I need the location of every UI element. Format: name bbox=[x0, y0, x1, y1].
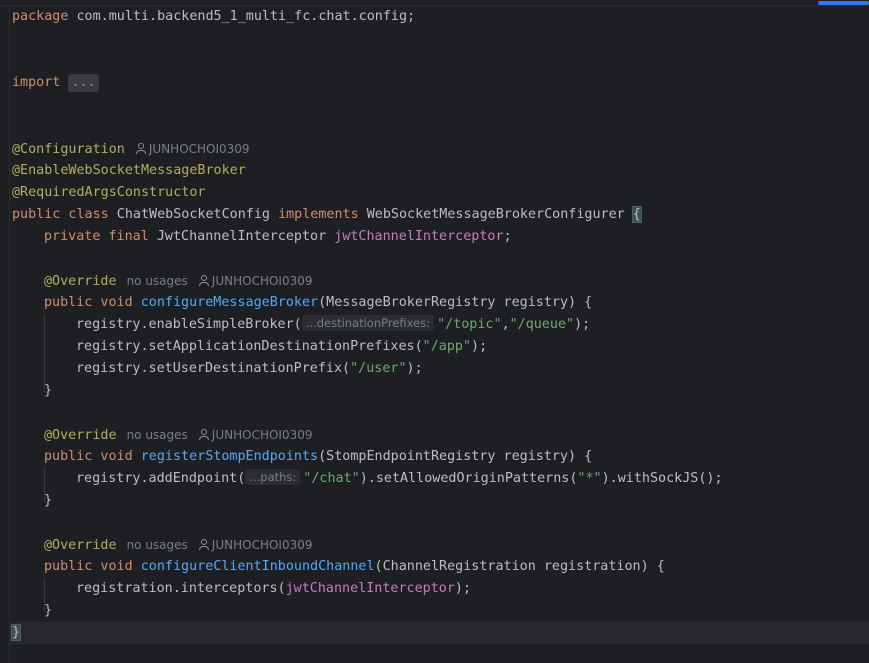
method-modifiers: public void bbox=[44, 449, 133, 464]
call-text: registry.setApplicationDestinationPrefix… bbox=[76, 339, 423, 354]
code-line-configuration[interactable]: @Configuration JUNHOCHOI0309 bbox=[12, 138, 250, 160]
call-text: ).setAllowedOriginPatterns( bbox=[359, 471, 578, 486]
string-literal: "/user" bbox=[350, 361, 407, 376]
person-icon bbox=[198, 429, 209, 440]
comma: , bbox=[501, 317, 510, 332]
code-line-set-app-prefixes[interactable]: registry.setApplicationDestinationPrefix… bbox=[76, 336, 487, 358]
editor-gutter bbox=[0, 6, 10, 663]
string-literal: "/app" bbox=[422, 339, 472, 354]
code-line-class-close[interactable]: } bbox=[10, 622, 22, 644]
method-name: configureClientInboundChannel bbox=[140, 559, 375, 574]
keyword-class: class bbox=[60, 207, 109, 222]
param-hint: ...paths: bbox=[245, 469, 301, 485]
call-text: registration.interceptors( bbox=[76, 581, 286, 596]
code-line-method3-close[interactable]: } bbox=[44, 600, 52, 622]
code-line-enable-ws[interactable]: @EnableWebSocketMessageBroker bbox=[12, 160, 246, 182]
call-text: registry.setUserDestinationPrefix( bbox=[76, 361, 351, 376]
code-line-override-3[interactable]: @Override no usages JUNHOCHOI0309 bbox=[44, 534, 313, 556]
string-literal: "/queue" bbox=[509, 317, 575, 332]
code-line-method3-sig[interactable]: public void configureClientInboundChanne… bbox=[44, 556, 665, 578]
author-inlay[interactable]: JUNHOCHOI0309 bbox=[198, 274, 313, 288]
author-inlay[interactable]: JUNHOCHOI0309 bbox=[198, 538, 313, 552]
code-line-method1-close[interactable]: } bbox=[44, 380, 52, 402]
keyword-package: package bbox=[12, 9, 69, 24]
code-line-required-args[interactable]: @RequiredArgsConstructor bbox=[12, 182, 205, 204]
code-line-class-decl[interactable]: public class ChatWebSocketConfig impleme… bbox=[12, 204, 642, 226]
code-line-package[interactable]: package com.multi.backend5_1_multi_fc.ch… bbox=[12, 6, 415, 28]
code-line-method2-close[interactable]: } bbox=[44, 490, 52, 512]
import-fold-button[interactable]: ... bbox=[68, 74, 99, 92]
code-line-set-user-prefix[interactable]: registry.setUserDestinationPrefix("/user… bbox=[76, 358, 423, 380]
string-literal: "/chat" bbox=[303, 471, 360, 486]
method-modifiers: public void bbox=[44, 559, 133, 574]
class-name: ChatWebSocketConfig bbox=[108, 207, 279, 222]
field-reference: jwtChannelInterceptor bbox=[285, 581, 455, 596]
field-type: JwtChannelInterceptor bbox=[148, 229, 335, 244]
annotation-required-args: @RequiredArgsConstructor bbox=[12, 185, 206, 200]
close-brace: } bbox=[44, 383, 53, 398]
person-icon bbox=[198, 275, 209, 286]
method-params: (MessageBrokerRegistry registry) { bbox=[318, 295, 593, 310]
person-icon bbox=[198, 539, 209, 550]
author-inlay[interactable]: JUNHOCHOI0309 bbox=[135, 142, 250, 156]
author-inlay[interactable]: JUNHOCHOI0309 bbox=[198, 428, 313, 442]
close-brace: } bbox=[44, 493, 53, 508]
call-close: ).withSockJS(); bbox=[601, 471, 723, 486]
package-name: com.multi.backend5_1_multi_fc.chat.confi… bbox=[68, 9, 416, 24]
close-brace: } bbox=[44, 603, 53, 618]
method-name: configureMessageBroker bbox=[140, 295, 319, 310]
code-line-add-endpoint[interactable]: registry.addEndpoint(...paths: "/chat").s… bbox=[76, 468, 723, 490]
call-text: registry.enableSimpleBroker( bbox=[76, 317, 302, 332]
method-name: registerStompEndpoints bbox=[140, 449, 319, 464]
keyword-public: public bbox=[12, 207, 61, 222]
code-line-field[interactable]: private final JwtChannelInterceptor jwtC… bbox=[44, 226, 512, 248]
code-line-import[interactable]: import ... bbox=[12, 72, 99, 94]
usages-inlay[interactable]: no usages bbox=[127, 274, 188, 288]
person-icon bbox=[135, 143, 146, 154]
string-literal: "/topic" bbox=[437, 317, 502, 332]
code-line-interceptors[interactable]: registration.interceptors(jwtChannelInte… bbox=[76, 578, 471, 600]
field-semicolon: ; bbox=[503, 229, 512, 244]
code-line-override-1[interactable]: @Override no usages JUNHOCHOI0309 bbox=[44, 270, 313, 292]
keyword-import: import bbox=[12, 75, 61, 90]
current-line-highlight bbox=[10, 622, 869, 644]
usages-inlay[interactable]: no usages bbox=[127, 428, 188, 442]
author-name: JUNHOCHOI0309 bbox=[211, 274, 313, 288]
code-line-method1-sig[interactable]: public void configureMessageBroker(Messa… bbox=[44, 292, 592, 314]
class-close-brace: } bbox=[10, 624, 22, 641]
horizontal-scrollbar-thumb[interactable] bbox=[818, 1, 869, 5]
call-close: ); bbox=[454, 581, 472, 596]
code-line-method2-sig[interactable]: public void registerStompEndpoints(Stomp… bbox=[44, 446, 592, 468]
method-params: (StompEndpointRegistry registry) { bbox=[318, 449, 593, 464]
annotation-enable-websocket: @EnableWebSocketMessageBroker bbox=[12, 163, 246, 178]
author-name: JUNHOCHOI0309 bbox=[148, 142, 250, 156]
string-literal: "*" bbox=[577, 471, 602, 486]
keyword-implements: implements bbox=[278, 207, 359, 222]
call-close: ); bbox=[471, 339, 488, 354]
field-name: jwtChannelInterceptor bbox=[334, 229, 504, 244]
call-text: registry.addEndpoint( bbox=[76, 471, 246, 486]
annotation-override: @Override bbox=[44, 274, 117, 289]
annotation-override: @Override bbox=[44, 538, 117, 553]
param-hint: ...destinationPrefixes: bbox=[301, 315, 435, 331]
keyword-final: final bbox=[100, 229, 149, 244]
author-name: JUNHOCHOI0309 bbox=[211, 428, 313, 442]
code-editor[interactable]: package com.multi.backend5_1_multi_fc.ch… bbox=[0, 0, 869, 663]
call-close: ); bbox=[406, 361, 423, 376]
code-line-override-2[interactable]: @Override no usages JUNHOCHOI0309 bbox=[44, 424, 313, 446]
annotation-configuration: @Configuration bbox=[12, 142, 125, 157]
interface-name: WebSocketMessageBrokerConfigurer bbox=[358, 207, 633, 222]
method-params: (ChannelRegistration registration) { bbox=[374, 559, 665, 574]
call-close: ); bbox=[574, 317, 591, 332]
usages-inlay[interactable]: no usages bbox=[127, 538, 188, 552]
class-open-brace: { bbox=[631, 206, 642, 223]
author-name: JUNHOCHOI0309 bbox=[211, 538, 313, 552]
annotation-override: @Override bbox=[44, 428, 117, 443]
method-modifiers: public void bbox=[44, 295, 133, 310]
keyword-private: private bbox=[44, 229, 101, 244]
code-line-enable-simple-broker[interactable]: registry.enableSimpleBroker(...destinati… bbox=[76, 314, 590, 336]
